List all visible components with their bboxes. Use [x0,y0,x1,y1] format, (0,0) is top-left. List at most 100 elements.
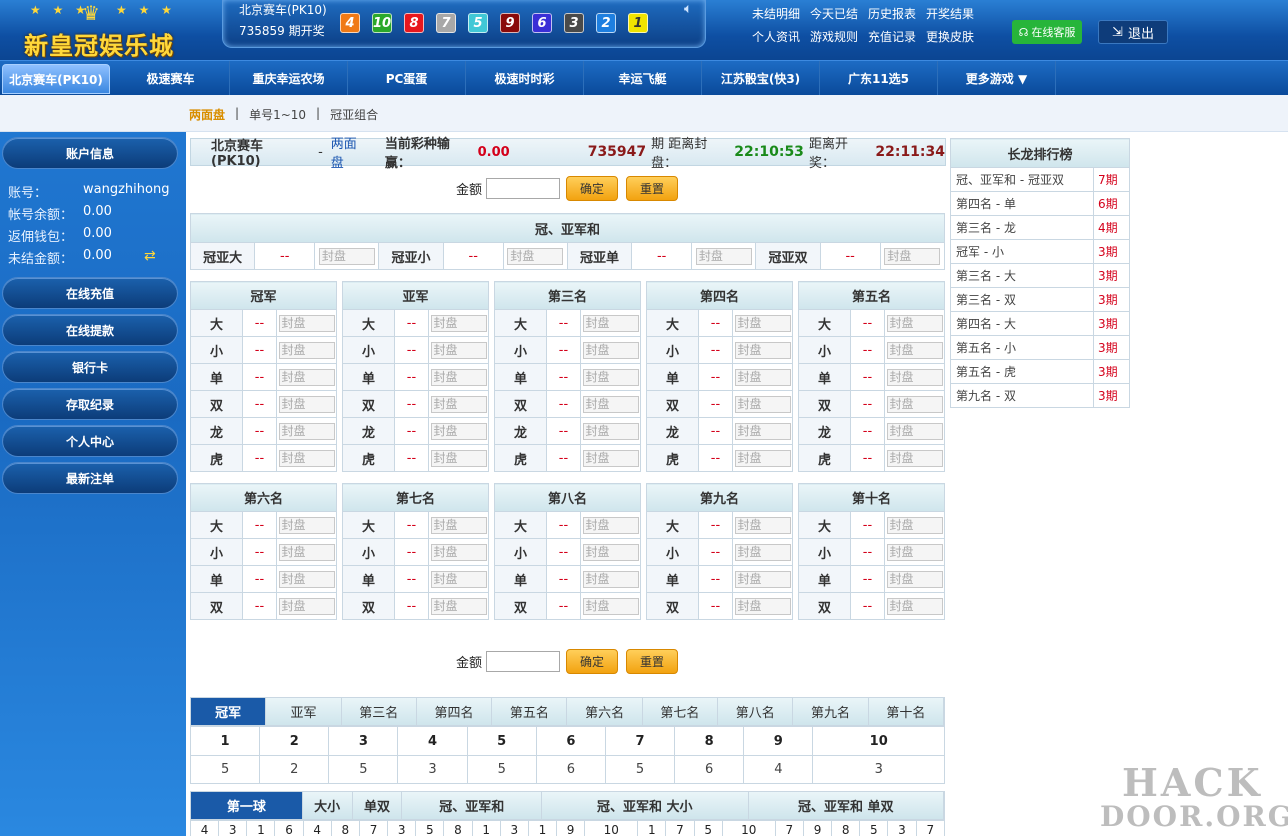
stat-tab[interactable]: 亚军 [266,698,342,725]
stat-tab[interactable]: 第九名 [793,698,869,725]
sealed-input[interactable]: 封盘 [582,543,639,561]
nav-item[interactable]: 北京赛车(PK10) [2,64,110,94]
sealed-input[interactable]: 封盘 [430,368,487,386]
stat-tab[interactable]: 第五名 [492,698,568,725]
nav-item[interactable]: 幸运飞艇 [584,61,702,96]
sealed-input[interactable]: 封盘 [278,395,335,413]
subnav-item[interactable]: 两面盘 [189,106,225,123]
top-link[interactable]: 未结明细 [752,5,800,22]
sidebar-button[interactable]: 个人中心 [2,425,178,457]
sealed-input[interactable]: 封盘 [430,341,487,359]
stat-tab[interactable]: 第八名 [718,698,794,725]
sealed-input[interactable]: 封盘 [582,570,639,588]
sealed-input[interactable]: 封盘 [886,368,943,386]
sealed-input[interactable]: 封盘 [886,314,943,332]
sealed-input[interactable]: 封盘 [734,516,791,534]
amount-input[interactable] [486,651,561,672]
subnav-item[interactable]: 冠亚组合 [330,106,378,123]
sealed-input[interactable]: 封盘 [582,449,639,467]
top-link[interactable]: 游戏规则 [810,28,858,45]
sealed-input[interactable]: 封盘 [734,422,791,440]
sealed-input[interactable]: 封盘 [430,449,487,467]
sealed-input[interactable]: 封盘 [884,247,941,265]
sealed-input[interactable]: 封盘 [507,247,564,265]
nav-item[interactable]: 重庆幸运农场 [230,61,348,96]
sealed-input[interactable]: 封盘 [582,395,639,413]
sealed-input[interactable]: 封盘 [430,516,487,534]
trend-tab[interactable]: 冠、亚军和 单双 [749,792,945,819]
amount-input[interactable] [486,178,561,199]
sealed-input[interactable]: 封盘 [734,341,791,359]
sidebar-button[interactable]: 银行卡 [2,351,178,383]
sealed-input[interactable]: 封盘 [886,597,943,615]
sealed-input[interactable]: 封盘 [734,395,791,413]
reset-button[interactable]: 重置 [626,649,679,674]
nav-item[interactable]: 极速赛车 [112,61,230,96]
nav-item[interactable]: 极速时时彩 [466,61,584,96]
sealed-input[interactable]: 封盘 [734,368,791,386]
stat-tab[interactable]: 第十名 [869,698,944,725]
refresh-icon[interactable]: ⇄ [144,248,156,264]
sealed-input[interactable]: 封盘 [886,422,943,440]
top-link[interactable]: 更换皮肤 [926,28,974,45]
sealed-input[interactable]: 封盘 [582,341,639,359]
trend-tab[interactable]: 大小 [303,792,353,819]
top-link[interactable]: 历史报表 [868,5,916,22]
sealed-input[interactable]: 封盘 [278,516,335,534]
sealed-input[interactable]: 封盘 [278,368,335,386]
sealed-input[interactable]: 封盘 [695,247,752,265]
online-service-button[interactable]: ☊ 在线客服 [1012,20,1082,44]
sealed-input[interactable]: 封盘 [430,570,487,588]
sealed-input[interactable]: 封盘 [734,314,791,332]
confirm-button[interactable]: 确定 [566,176,619,201]
sealed-input[interactable]: 封盘 [430,422,487,440]
stat-tab[interactable]: 第七名 [643,698,719,725]
stat-tab[interactable]: 第六名 [567,698,643,725]
stat-tab[interactable]: 第三名 [342,698,417,725]
sealed-input[interactable]: 封盘 [734,597,791,615]
sealed-input[interactable]: 封盘 [278,543,335,561]
sealed-input[interactable]: 封盘 [278,314,335,332]
sealed-input[interactable]: 封盘 [278,422,335,440]
nav-item[interactable]: 广东11选5 [820,61,938,96]
trend-tab[interactable]: 冠、亚军和 大小 [542,792,749,819]
sealed-input[interactable]: 封盘 [582,314,639,332]
nav-item[interactable]: 更多游戏 ▼ [938,61,1056,96]
account-info-button[interactable]: 账户信息 [2,137,178,169]
top-link[interactable]: 开奖结果 [926,5,974,22]
top-link[interactable]: 个人资讯 [752,28,800,45]
sealed-input[interactable]: 封盘 [318,247,375,265]
speaker-icon[interactable]: 🔈︎ [684,1,692,17]
sealed-input[interactable]: 封盘 [886,395,943,413]
sealed-input[interactable]: 封盘 [430,597,487,615]
sealed-input[interactable]: 封盘 [278,449,335,467]
sealed-input[interactable]: 封盘 [734,449,791,467]
sealed-input[interactable]: 封盘 [278,341,335,359]
sealed-input[interactable]: 封盘 [734,570,791,588]
logout-button[interactable]: ⇲ 退出 [1098,20,1168,44]
sealed-input[interactable]: 封盘 [582,597,639,615]
sidebar-button[interactable]: 存取纪录 [2,388,178,420]
site-logo[interactable]: ★ ★ ★ ♛ ★ ★ ★ 新皇冠娱乐城 [0,0,222,60]
sealed-input[interactable]: 封盘 [582,422,639,440]
top-link[interactable]: 今天已结 [810,5,858,22]
sealed-input[interactable]: 封盘 [886,570,943,588]
stat-tab[interactable]: 第四名 [417,698,493,725]
sidebar-button[interactable]: 在线充值 [2,277,178,309]
sealed-input[interactable]: 封盘 [430,395,487,413]
trend-tab[interactable]: 第一球 [191,792,303,819]
trend-tab[interactable]: 冠、亚军和 [402,792,543,819]
sidebar-button[interactable]: 最新注单 [2,462,178,494]
sealed-input[interactable]: 封盘 [734,543,791,561]
sealed-input[interactable]: 封盘 [430,314,487,332]
subnav-item[interactable]: 单号1~10 [249,106,306,123]
confirm-button[interactable]: 确定 [566,649,619,674]
sealed-input[interactable]: 封盘 [886,543,943,561]
trend-tab[interactable]: 单双 [353,792,403,819]
sealed-input[interactable]: 封盘 [278,597,335,615]
sealed-input[interactable]: 封盘 [886,449,943,467]
sealed-input[interactable]: 封盘 [582,516,639,534]
top-link[interactable]: 充值记录 [868,28,916,45]
sealed-input[interactable]: 封盘 [430,543,487,561]
stat-tab[interactable]: 冠军 [191,698,267,725]
